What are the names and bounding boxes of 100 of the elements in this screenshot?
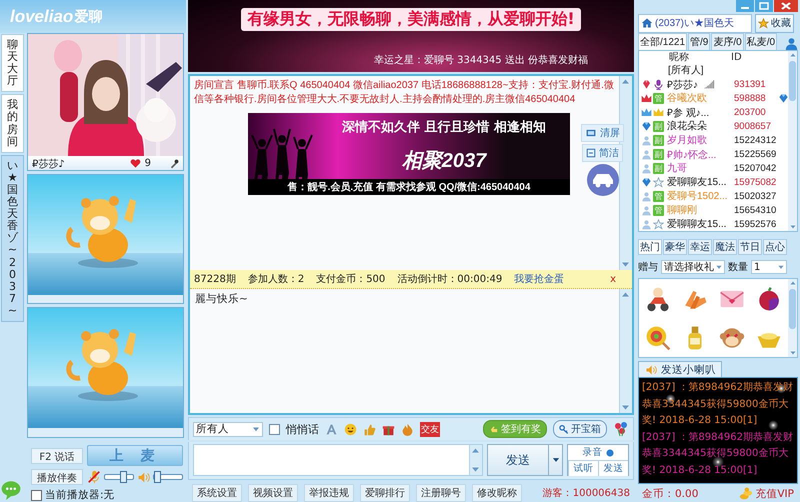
close-button[interactable]: x <box>610 274 628 284</box>
user-row[interactable]: 爱聊聊友15... 15952576 <box>639 217 788 231</box>
microphone-icon <box>169 158 179 168</box>
horn-tab[interactable]: 发送小喇叭 <box>638 361 722 377</box>
menu-button[interactable]: 修改昵称 <box>472 484 522 502</box>
accompaniment-button[interactable]: 播放伴奏 <box>31 469 83 485</box>
gift-tab[interactable]: 点心 <box>763 239 787 255</box>
checkbox[interactable] <box>31 490 42 500</box>
side-tab[interactable]: い★国色天香ゾ~2037~ <box>1 154 24 322</box>
scooter-icon[interactable] <box>644 286 671 312</box>
side-tab[interactable]: 我的房间 <box>1 94 24 153</box>
scroll-down-icon[interactable] <box>788 349 796 357</box>
clear-screen-button[interactable]: 清屏 <box>581 124 624 142</box>
listen-button[interactable]: 试听 <box>568 460 598 476</box>
scroll-up-icon[interactable] <box>788 279 796 287</box>
user-row[interactable]: 管 爱聊号1502... 15020327 <box>639 189 788 203</box>
room-announcement: 房间宣言 售聊币.联系Q 465040404 微信ailiao2037 电话18686888128~支持：支付宝.财付通.微信等各种银行.房间各位管理大大.不要无故封人.主持会酌情处理的.房主微信465040404 <box>194 79 615 107</box>
menu-button[interactable]: 举报违规 <box>304 484 354 502</box>
user-row[interactable]: ₽参 观♪... 203700 <box>639 105 788 119</box>
voice-send-button[interactable]: 发送 <box>598 460 628 476</box>
user-name: 聊聊刚 <box>667 204 697 217</box>
role-badge: 管 <box>653 92 664 104</box>
tag-button[interactable]: 交友 <box>420 422 440 436</box>
role-badge: 副 <box>653 120 664 132</box>
smiley-icon[interactable] <box>344 422 357 436</box>
role-badge: 副 <box>653 162 664 174</box>
banner-footer: 售：靓号.会员.充值 有需求找参观 QQ/微信:465040404 <box>248 179 570 195</box>
menu-button[interactable]: 视频设置 <box>248 484 298 502</box>
speaker-icon <box>644 364 658 376</box>
gift-tab[interactable]: 魔法 <box>713 239 737 255</box>
talk-button[interactable]: F2 说话 <box>31 448 83 464</box>
scrollbar[interactable] <box>619 289 632 413</box>
thumbs-up-icon[interactable] <box>363 422 376 436</box>
user-row[interactable]: 副 ₽帅♪怀念... 15225569 <box>639 147 788 161</box>
slider-thumb[interactable] <box>120 471 128 483</box>
scrollbar[interactable] <box>469 445 482 475</box>
user-row[interactable]: 副 浪花朵朵 9008657 <box>639 119 788 133</box>
send-options-button[interactable] <box>548 445 562 475</box>
user-id: 15224312 <box>734 134 777 146</box>
menu-button[interactable]: 系统设置 <box>192 484 242 502</box>
user-row[interactable]: 管 聊聊刚 15654310 <box>639 203 788 217</box>
flame-icon[interactable] <box>401 422 414 436</box>
muted-microphone-icon[interactable] <box>87 470 101 484</box>
list-entry[interactable]: [所有人] <box>668 63 704 77</box>
scroll-down-icon[interactable] <box>788 223 796 231</box>
heart-icon <box>130 158 141 169</box>
flowers-icon[interactable] <box>613 421 629 437</box>
gift-tab[interactable]: 节日 <box>738 239 762 255</box>
maximize-button[interactable] <box>755 0 773 12</box>
scroll-thumb[interactable] <box>789 289 796 329</box>
scrollbar[interactable] <box>788 279 797 357</box>
recipient-dropdown[interactable]: 所有人 <box>193 422 263 436</box>
user-tab[interactable]: 麦序/0 <box>711 33 744 50</box>
simple-mode-button[interactable]: 简洁 <box>582 144 623 162</box>
scroll-up-icon[interactable] <box>788 51 796 59</box>
user-row[interactable]: 副 九哥 15207042 <box>639 161 788 175</box>
chat-bubble-icon[interactable] <box>0 480 22 500</box>
user-id: 15975082 <box>734 176 777 188</box>
favorite-button[interactable]: 收藏 <box>755 14 794 32</box>
user-row[interactable]: 爱聊聊友15... 15975082 <box>639 175 788 189</box>
user-name: 九哥 <box>667 162 687 175</box>
menu-button[interactable]: 注册聊号 <box>416 484 466 502</box>
gift-tab[interactable]: 豪华 <box>663 239 687 255</box>
user-id: 15225569 <box>734 148 777 160</box>
user-tab[interactable]: 私麦/0 <box>744 33 778 50</box>
menu-button[interactable]: 爱聊排行 <box>360 484 410 502</box>
key-icon <box>559 424 569 434</box>
user-row[interactable]: 管 谷曦次欧 598888 <box>639 91 788 105</box>
crown-icon <box>641 92 652 104</box>
close-button[interactable] <box>774 0 798 12</box>
user-row[interactable]: 副 岁月如歌 15224312 <box>639 133 788 147</box>
user-id: 203700 <box>734 106 767 118</box>
font-icon[interactable] <box>325 422 338 436</box>
column-header: ID <box>731 52 742 62</box>
car-icon[interactable] <box>586 164 618 196</box>
scroll-thumb[interactable] <box>789 61 796 101</box>
treasure-chest-button[interactable]: 开宝箱 <box>553 420 607 438</box>
lollipop-icon[interactable] <box>644 324 671 350</box>
vip-link[interactable]: 充值VIP <box>739 487 794 501</box>
slider-thumb[interactable] <box>154 471 162 483</box>
side-tab[interactable]: 聊天大厅 <box>1 34 24 92</box>
gift-tab[interactable]: 热门 <box>638 239 662 255</box>
brand-name: 爱聊 <box>74 8 102 26</box>
user-tab[interactable]: 管/9 <box>688 33 710 50</box>
scrollbar[interactable] <box>619 76 632 270</box>
user-name: ₽参 观♪... <box>667 106 710 120</box>
user-row[interactable]: ₽莎莎♪ 931391 <box>639 77 788 91</box>
minimize-button[interactable] <box>736 0 754 12</box>
star-icon <box>653 176 664 188</box>
recipient-dropdown[interactable]: 请选择收礼 <box>661 260 725 274</box>
scrollbar[interactable] <box>788 51 797 231</box>
person-icon[interactable] <box>785 37 798 50</box>
message-input[interactable] <box>193 444 483 476</box>
diamond-icon <box>641 120 652 132</box>
event-link[interactable]: 我要抢金蛋 <box>514 272 564 286</box>
whisper-checkbox[interactable] <box>269 424 280 434</box>
gift-tab[interactable]: 幸运 <box>688 239 712 255</box>
speaker-icon <box>137 470 150 484</box>
user-tab[interactable]: 全部/1221 <box>638 33 688 50</box>
quantity-dropdown[interactable]: 1 <box>751 260 787 274</box>
